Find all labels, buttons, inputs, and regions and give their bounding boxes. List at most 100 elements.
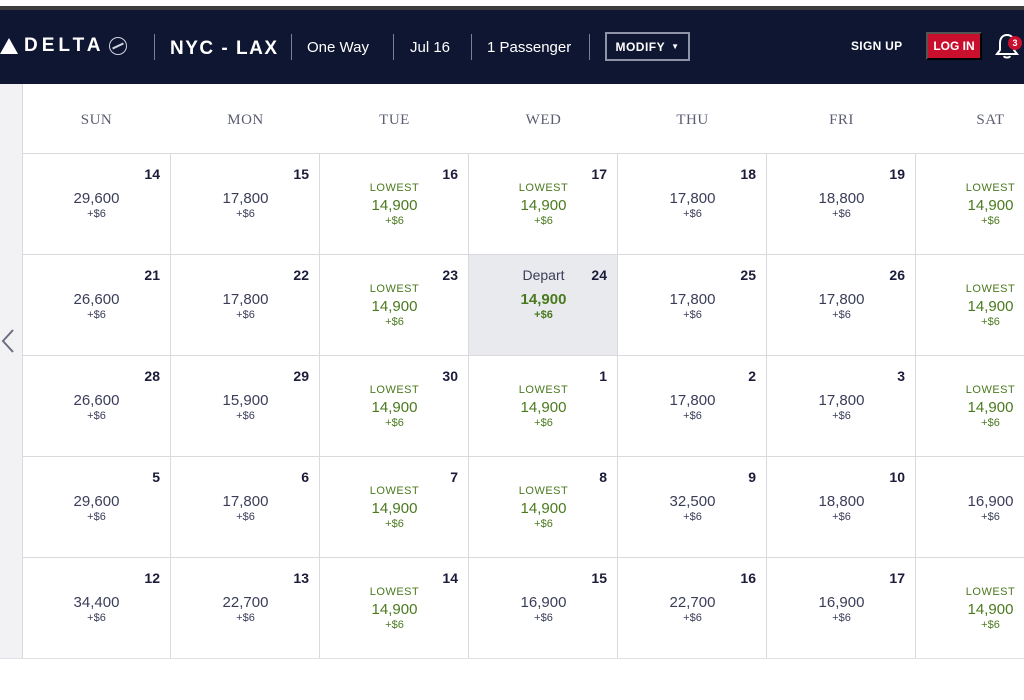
- fare-fee: +$6: [87, 208, 106, 220]
- calendar-day-cell[interactable]: LOWEST 14,900 +$6: [916, 558, 1024, 659]
- fare-price: 14,900: [967, 399, 1014, 416]
- day-number: 28: [144, 368, 160, 384]
- dow-sun: SUN: [80, 112, 113, 128]
- fare-fee: +$6: [236, 208, 255, 220]
- fare-fee: +$6: [981, 215, 1000, 227]
- calendar-day-cell[interactable]: 12 34,400 +$6: [22, 558, 171, 659]
- calendar-day-cell[interactable]: 8 LOWEST 14,900 +$6: [469, 457, 618, 558]
- calendar-day-cell[interactable]: LOWEST 14,900 +$6: [916, 356, 1024, 457]
- calendar-day-cell[interactable]: 21 26,600 +$6: [22, 255, 171, 356]
- fare-fee: +$6: [832, 208, 851, 220]
- calendar-day-cell[interactable]: 15 16,900 +$6: [469, 558, 618, 659]
- fare-price: 29,600: [73, 493, 120, 510]
- day-number: 26: [889, 267, 905, 283]
- fare-price: 15,900: [222, 392, 269, 409]
- header-divider: [154, 34, 155, 60]
- calendar-day-cell[interactable]: LOWEST 14,900 +$6: [916, 255, 1024, 356]
- calendar-day-cell[interactable]: 19 18,800 +$6: [767, 154, 916, 255]
- calendar-day-cell[interactable]: 18 17,800 +$6: [618, 154, 767, 255]
- modify-button[interactable]: MODIFY ▼: [605, 32, 690, 61]
- calendar-day-cell[interactable]: 22 17,800 +$6: [171, 255, 320, 356]
- header-divider: [393, 34, 394, 60]
- calendar-day-cell[interactable]: 17 16,900 +$6: [767, 558, 916, 659]
- fare-fee: +$6: [683, 309, 702, 321]
- calendar-day-cell[interactable]: 7 LOWEST 14,900 +$6: [320, 457, 469, 558]
- calendar-day-cell[interactable]: 9 32,500 +$6: [618, 457, 767, 558]
- calendar-day-cell[interactable]: LOWEST 14,900 +$6: [916, 154, 1024, 255]
- calendar-left-gutter: [0, 84, 22, 658]
- calendar-day-cell[interactable]: 23 LOWEST 14,900 +$6: [320, 255, 469, 356]
- calendar-day-cell[interactable]: 3 17,800 +$6: [767, 356, 916, 457]
- fare-fee: +$6: [385, 417, 404, 429]
- calendar-day-cell[interactable]: 29 15,900 +$6: [171, 356, 320, 457]
- fare-price: 17,800: [222, 190, 269, 207]
- fare-fee: +$6: [385, 518, 404, 530]
- dow-fri: FRI: [829, 112, 854, 128]
- calendar-day-cell[interactable]: 26 17,800 +$6: [767, 255, 916, 356]
- fare-fee: +$6: [236, 410, 255, 422]
- calendar-day-cell[interactable]: 17 LOWEST 14,900 +$6: [469, 154, 618, 255]
- calendar-day-cell[interactable]: 10 18,800 +$6: [767, 457, 916, 558]
- fare-fee: +$6: [87, 309, 106, 321]
- fare-fee: +$6: [534, 518, 553, 530]
- fare-price: 14,900: [967, 298, 1014, 315]
- fare-price: 14,900: [371, 399, 418, 416]
- calendar-day-cell[interactable]: 24 Depart 14,900 +$6: [469, 255, 618, 356]
- day-of-week-header: SUN MON TUE WED THU FRI SAT: [22, 84, 1024, 154]
- calendar-day-cell[interactable]: 1 LOWEST 14,900 +$6: [469, 356, 618, 457]
- calendar-day-cell[interactable]: 14 29,600 +$6: [22, 154, 171, 255]
- delta-logo[interactable]: DELTA: [0, 32, 127, 60]
- log-in-button[interactable]: LOG IN: [926, 32, 982, 60]
- calendar-day-cell[interactable]: 5 29,600 +$6: [22, 457, 171, 558]
- fare-calendar: SUN MON TUE WED THU FRI SAT 14 29,600 +$6 1…: [22, 84, 1024, 659]
- day-number: 15: [293, 166, 309, 182]
- fare-fee: +$6: [87, 612, 106, 624]
- fare-price: 18,800: [818, 190, 865, 207]
- lowest-fare-label: LOWEST: [965, 283, 1016, 295]
- fare-fee: +$6: [534, 612, 553, 624]
- day-number: 6: [301, 469, 309, 485]
- day-number: 15: [591, 570, 607, 586]
- calendar-day-cell[interactable]: 14 LOWEST 14,900 +$6: [320, 558, 469, 659]
- fare-price: 16,900: [967, 493, 1014, 510]
- fare-price: 17,800: [669, 190, 716, 207]
- calendar-day-cell[interactable]: 16,900 +$6: [916, 457, 1024, 558]
- lowest-fare-label: LOWEST: [965, 182, 1016, 194]
- fare-fee: +$6: [683, 511, 702, 523]
- passenger-count: 1 Passenger: [487, 39, 572, 56]
- fare-price: 26,600: [73, 291, 120, 308]
- fare-fee: +$6: [385, 215, 404, 227]
- calendar-day-cell[interactable]: 28 26,600 +$6: [22, 356, 171, 457]
- dow-wed: WED: [525, 112, 562, 128]
- header-divider: [291, 34, 292, 60]
- calendar-day-cell[interactable]: 6 17,800 +$6: [171, 457, 320, 558]
- calendar-day-cell[interactable]: 16 22,700 +$6: [618, 558, 767, 659]
- calendar-day-cell[interactable]: 30 LOWEST 14,900 +$6: [320, 356, 469, 457]
- day-number: 8: [599, 469, 607, 485]
- page-footer-area: [0, 658, 1024, 700]
- calendar-border: [22, 84, 23, 658]
- globe-icon: [108, 37, 127, 55]
- day-number: 16: [740, 570, 756, 586]
- calendar-day-cell[interactable]: 13 22,700 +$6: [171, 558, 320, 659]
- delta-widget-icon: [0, 38, 18, 54]
- day-number: 23: [442, 267, 458, 283]
- calendar-day-cell[interactable]: 2 17,800 +$6: [618, 356, 767, 457]
- fare-price: 22,700: [222, 594, 269, 611]
- chevron-left-icon[interactable]: [0, 328, 16, 354]
- calendar-day-cell[interactable]: 16 LOWEST 14,900 +$6: [320, 154, 469, 255]
- fare-fee: +$6: [534, 215, 553, 227]
- header-divider: [471, 34, 472, 60]
- calendar-day-cell[interactable]: 25 17,800 +$6: [618, 255, 767, 356]
- fare-price: 14,900: [371, 197, 418, 214]
- sign-up-link[interactable]: SIGN UP: [851, 39, 902, 53]
- fare-fee: +$6: [683, 612, 702, 624]
- fare-price: 26,600: [73, 392, 120, 409]
- dow-tue: TUE: [379, 112, 410, 128]
- day-number: 13: [293, 570, 309, 586]
- day-number: 12: [144, 570, 160, 586]
- calendar-day-cell[interactable]: 15 17,800 +$6: [171, 154, 320, 255]
- fare-fee: +$6: [832, 309, 851, 321]
- day-number: 3: [897, 368, 905, 384]
- caret-down-icon: ▼: [671, 42, 680, 51]
